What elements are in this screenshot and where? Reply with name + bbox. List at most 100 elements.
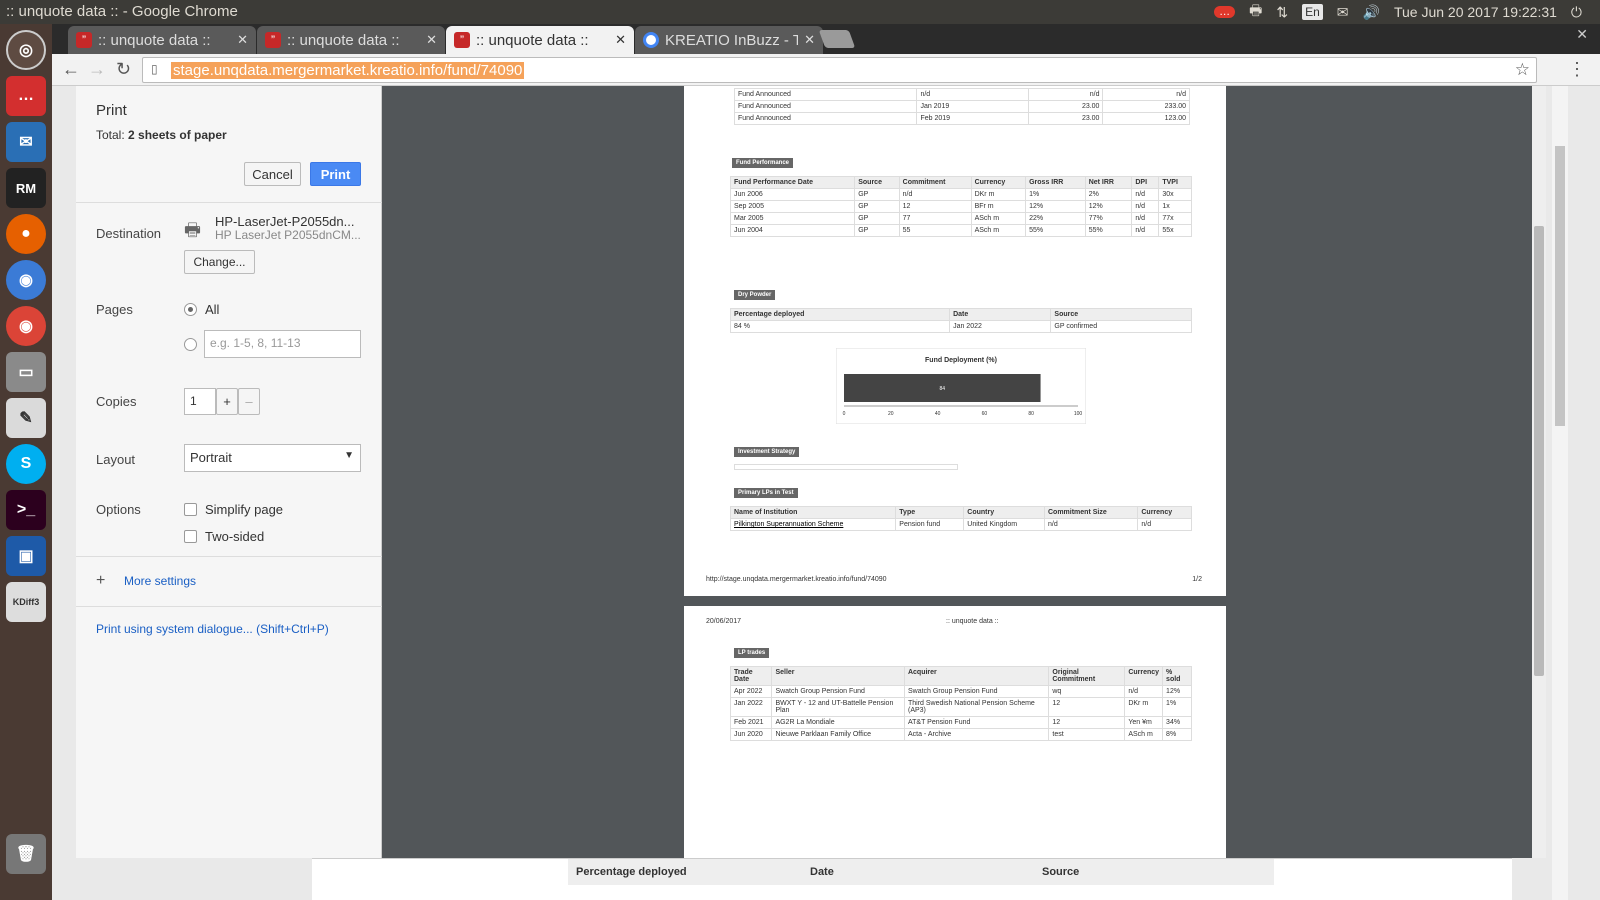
print-button[interactable]: Print	[310, 162, 361, 186]
page-scrollbar-thumb[interactable]	[1555, 146, 1565, 426]
preview-scrollbar[interactable]	[1532, 86, 1546, 858]
change-destination-button[interactable]: Change...	[184, 250, 255, 274]
cancel-button[interactable]: Cancel	[244, 162, 301, 186]
skype-icon[interactable]: S	[6, 444, 46, 484]
chart-data-label: 84	[939, 386, 945, 392]
files-icon[interactable]: ▭	[6, 352, 46, 392]
text-editor-icon[interactable]: ✎	[6, 398, 46, 438]
close-icon[interactable]: ✕	[804, 32, 815, 48]
options-label: Options	[96, 502, 141, 517]
dash-icon[interactable]: ◎	[6, 30, 46, 70]
back-icon[interactable]: ←	[62, 59, 80, 80]
underlying-col-date: Date	[810, 866, 834, 878]
bookmark-star-icon[interactable]: ☆	[1515, 60, 1530, 80]
kdiff3-icon[interactable]: KDiff3	[6, 582, 46, 622]
print-total: Total: 2 sheets of paper	[96, 128, 227, 142]
copies-decrement-button[interactable]: –	[238, 388, 260, 415]
chromium-icon[interactable]: ◉	[6, 260, 46, 300]
close-icon[interactable]: ✕	[237, 32, 248, 48]
print-panel: Print Total: 2 sheets of paper Cancel Pr…	[76, 86, 382, 858]
copies-increment-button[interactable]: +	[216, 388, 238, 415]
tab-unquote-active[interactable]: ”:: unquote data :: ✕	[446, 26, 634, 54]
new-tab-button[interactable]	[818, 30, 856, 48]
url-text[interactable]: stage.unqdata.mergermarket.kreatio.info/…	[171, 62, 525, 79]
thunderbird-icon[interactable]: ✉	[6, 122, 46, 162]
browser-window: ”:: unquote data :: ✕ ”:: unquote data ::…	[52, 24, 1600, 900]
page-footer-number: 1/2	[1192, 576, 1202, 583]
volume-icon[interactable]: 🔊	[1363, 4, 1380, 21]
more-settings-link[interactable]: More settings	[124, 574, 196, 588]
two-sided-checkbox[interactable]	[184, 530, 197, 543]
trash-icon[interactable]: 🗑	[6, 834, 46, 874]
chrome-icon[interactable]: ◉	[6, 306, 46, 346]
virtualbox-icon[interactable]: ▣	[6, 536, 46, 576]
printer-indicator-icon[interactable]: 🖶	[1249, 0, 1262, 24]
system-dialog-link[interactable]: Print using system dialogue... (Shift+Ct…	[96, 622, 329, 636]
plus-icon: +	[96, 572, 106, 589]
close-icon[interactable]: ✕	[426, 32, 437, 48]
preview-page-1: Fund Announced n/d n/d n/d Fund Announced Ja…	[684, 86, 1226, 596]
keyboard-layout[interactable]: En	[1302, 4, 1323, 20]
simplify-page-checkbox[interactable]	[184, 503, 197, 516]
print-preview: Fund Announced n/d n/d n/d Fund Announced Ja…	[382, 86, 1532, 858]
system-tray: … 🖶 ⇅ En ✉ 🔊 Tue Jun 20 2017 19:22:31 ⏻	[1214, 0, 1582, 24]
quote-icon: ”	[454, 32, 470, 48]
two-sided-label: Two-sided	[205, 529, 265, 544]
page-scrollbar[interactable]	[1552, 86, 1568, 900]
announced-table: Fund Announced n/d n/d n/d Fund Announced Ja…	[733, 88, 1190, 125]
chat-icon[interactable]: …	[6, 76, 46, 116]
window-title: :: unquote data :: - Google Chrome	[6, 3, 238, 20]
google-icon	[643, 32, 659, 48]
destination-label: Destination	[96, 226, 162, 241]
printer-icon: 🖶	[184, 220, 201, 240]
lp-trades-table: Trade Date Seller Acquirer Original Commitm…	[729, 666, 1192, 741]
pages-range-input[interactable]: e.g. 1-5, 8, 11-13	[204, 330, 361, 358]
kdiff3-label: KDiff3	[12, 597, 40, 607]
launcher: ◎ … ✉ RM ● ◉ ◉ ▭ ✎ S >_ ▣ KDiff3 🗑	[0, 24, 52, 900]
chevron-down-icon: ▼	[344, 450, 354, 461]
chart-title: Fund Deployment (%)	[925, 357, 997, 364]
pages-all-radio[interactable]	[184, 303, 197, 316]
printer-subname: HP LaserJet P2055dnCM...	[215, 228, 361, 242]
tab-unquote-1[interactable]: ”:: unquote data :: ✕	[68, 26, 256, 54]
preview-page-2: 20/06/2017 :: unquote data :: LP trades …	[684, 606, 1226, 858]
table-row: Sep 2005 GP 12 BFr m 12% 12% n/d 1x	[729, 200, 1192, 213]
pages-all-label: All	[205, 302, 220, 317]
fund-deployment-chart: Fund Deployment (%) 84 0 20 40 60 80 100	[836, 348, 1086, 424]
address-bar[interactable]: ▯ stage.unqdata.mergermarket.kreatio.inf…	[142, 57, 1537, 83]
section-dry-powder: Dry Powder	[734, 290, 776, 300]
chart-tick-label: 80	[1028, 411, 1034, 417]
printer-name: HP-LaserJet-P2055dn...	[215, 214, 355, 229]
table-row: Feb 2021 AG2R La Mondiale AT&T Pension Fun…	[729, 716, 1192, 729]
copies-input[interactable]: 1	[184, 388, 216, 415]
rubymine-label: RM	[15, 180, 37, 196]
network-icon[interactable]: ⇅	[1276, 4, 1288, 21]
quote-icon: ”	[265, 32, 281, 48]
forward-icon[interactable]: →	[88, 59, 106, 80]
window-close-icon[interactable]: ✕	[1576, 26, 1588, 43]
mail-icon[interactable]: ✉	[1337, 4, 1349, 21]
power-icon[interactable]: ⏻	[1571, 4, 1582, 21]
table-row: Pilkington Superannuation Scheme Pension …	[729, 518, 1192, 531]
terminal-icon[interactable]: >_	[6, 490, 46, 530]
close-icon[interactable]: ✕	[615, 32, 626, 48]
clock[interactable]: Tue Jun 20 2017 19:22:31	[1394, 4, 1557, 20]
browser-toolbar: ← → ↻ ▯ stage.unqdata.mergermarket.kreat…	[52, 54, 1600, 86]
table-row: Mar 2005 GP 77 ASch m 22% 77% n/d 77x	[729, 212, 1192, 225]
tab-unquote-2[interactable]: ”:: unquote data :: ✕	[257, 26, 445, 54]
pages-custom-radio[interactable]	[184, 338, 197, 351]
page-header-title: :: unquote data ::	[946, 618, 999, 625]
preview-scrollbar-thumb[interactable]	[1534, 226, 1544, 676]
layout-select[interactable]: Portrait ▼	[184, 444, 361, 472]
firefox-icon[interactable]: ●	[6, 214, 46, 254]
divider	[76, 606, 382, 607]
reload-icon[interactable]: ↻	[116, 59, 131, 80]
menu-icon[interactable]: ⋮	[1568, 59, 1586, 80]
pages-label: Pages	[96, 302, 133, 317]
chat-indicator-icon[interactable]: …	[1214, 6, 1236, 18]
rubymine-icon[interactable]: RM	[6, 168, 46, 208]
tab-kreatio[interactable]: KREATIO InBuzz - Ta ✕	[635, 26, 823, 54]
quote-icon: ”	[76, 32, 92, 48]
dry-powder-table: Percentage deployed Date Source 84 % Jan 20…	[729, 308, 1192, 333]
page-footer-url: http://stage.unqdata.mergermarket.kreati…	[706, 576, 887, 583]
